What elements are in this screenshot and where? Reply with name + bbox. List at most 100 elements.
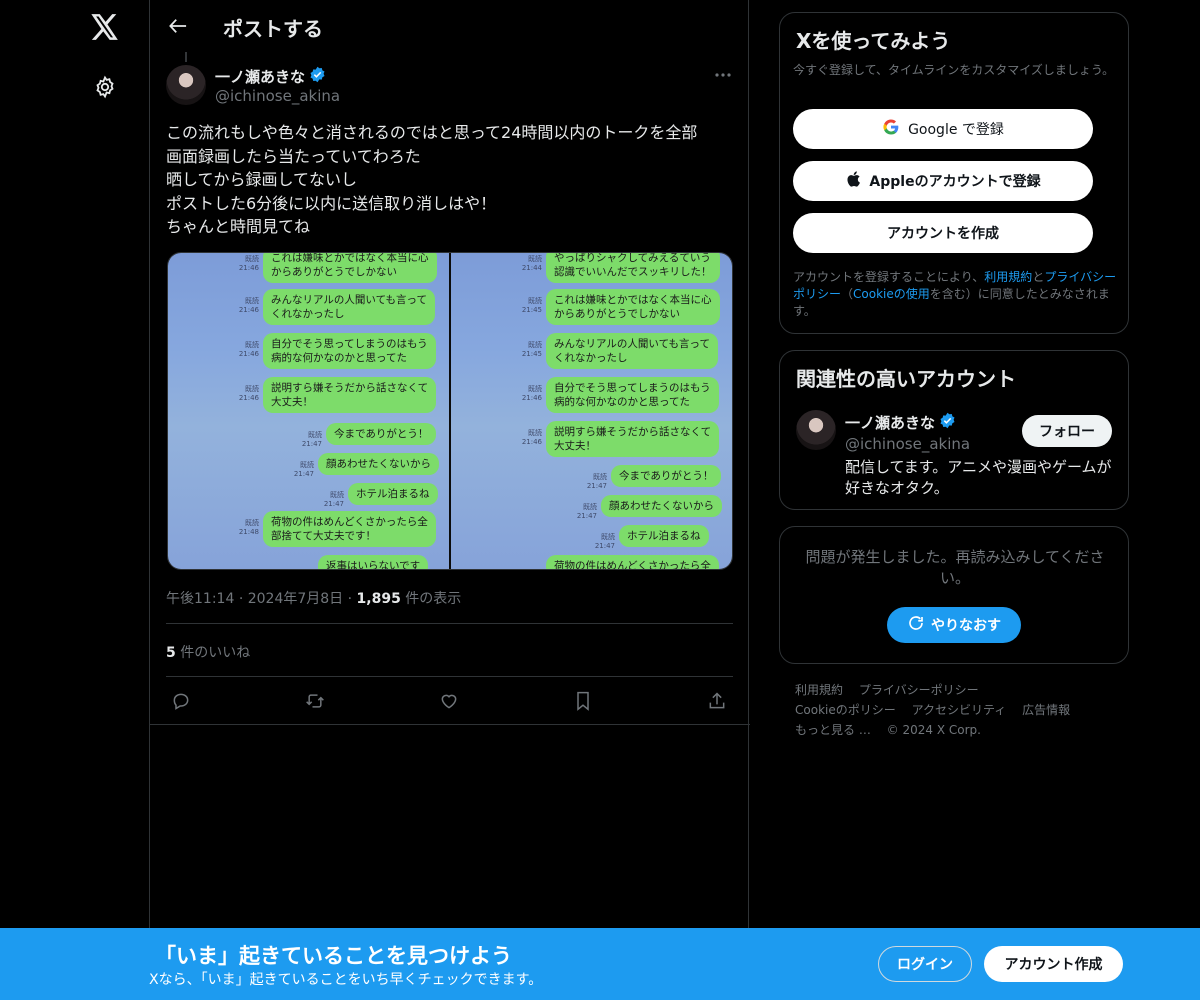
terms-link[interactable]: 利用規約 [984, 270, 1032, 284]
refresh-icon [907, 614, 925, 636]
footer-cookie-link[interactable]: Cookieのポリシー [795, 703, 896, 717]
post-text-line: 画面録画したら当たっていてわろた [166, 146, 421, 166]
chat-bubble: 返事はいらないです [318, 555, 429, 569]
chat-bubble: 今までありがとう！ [611, 465, 722, 487]
related-card-title: 関連性の高いアカウント [796, 367, 1016, 391]
thread-connector [185, 52, 187, 62]
chat-bubble: 荷物の件はめんどくさかったら全 部捨てて大丈夫です！ [263, 511, 436, 547]
top-bar: ポストする [150, 0, 750, 53]
author-avatar[interactable] [166, 65, 206, 105]
read-timestamp: 既読 21:47 [293, 461, 314, 478]
read-timestamp: 既読 21:47 [576, 503, 597, 520]
chat-bubble: 今までありがとう！ [326, 423, 437, 445]
banner-subtitle: Xなら、「いま」起きていることをいち早くチェックできます。 [149, 972, 543, 988]
google-g-icon [882, 118, 900, 140]
post-text-line: ポストした6分後に以内に送信取り消しはや！ [166, 193, 497, 213]
signup-card: Xを使ってみよう 今すぐ登録して、タイムラインをカスタマイズしましょう。 Goo… [779, 12, 1129, 334]
back-arrow-icon[interactable] [164, 12, 192, 40]
related-avatar[interactable] [796, 410, 836, 450]
left-nav [0, 0, 150, 1000]
retry-label: やりなおす [931, 618, 1001, 634]
apple-signup-label: Appleのアカウントで登録 [869, 174, 1041, 190]
footer-more-link[interactable]: もっと見る … [795, 723, 871, 737]
related-name-row[interactable]: 一ノ瀬あきな [845, 412, 956, 433]
cookie-link[interactable]: Cookieの使用 [853, 287, 930, 301]
views-count: 1,895 [356, 591, 401, 607]
reply-icon[interactable] [166, 686, 196, 716]
author-name-row[interactable]: 一ノ瀬あきな [215, 66, 326, 87]
read-timestamp: 既読 21:47 [586, 473, 607, 490]
likes-label: 件のいいね [175, 645, 251, 661]
post-text: この流れもしや色々と消されるのではと思って24時間以内のトークを全部 画面録画し… [166, 121, 736, 239]
post-meta: 午後11:14 · 2024年7月8日 · 1,895 件の表示 [166, 591, 462, 607]
likes-row[interactable]: 5 件のいいね [166, 642, 250, 662]
chat-bubble: これは嫌味とかではなく本当に心 からありがとうでしかない [263, 253, 437, 283]
post-date[interactable]: 2024年7月8日 [248, 591, 343, 607]
footer-privacy-link[interactable]: プライバシーポリシー [859, 683, 979, 697]
signup-button[interactable]: アカウント作成 [984, 946, 1123, 982]
x-logo-icon[interactable] [88, 10, 122, 44]
chat-bubble: 説明すら嫌そうだから話さなくて 大丈夫！ [263, 377, 437, 413]
chat-bubble: みんなリアルの人聞いても言って くれなかったし [263, 289, 436, 325]
error-card: 問題が発生しました。再読み込みしてください。 やりなおす [779, 526, 1129, 664]
read-timestamp: 既読 21:44 [521, 255, 542, 272]
post-text-line: この流れもしや色々と消されるのではと思って24時間以内のトークを全部 [166, 123, 698, 142]
chat-bubble: 説明すら嫌そうだから話さなくて 大丈夫！ [546, 421, 720, 457]
more-options-icon[interactable] [712, 64, 734, 86]
footer-terms-link[interactable]: 利用規約 [795, 683, 843, 697]
footer-copyright: © 2024 X Corp. [886, 723, 981, 737]
divider [166, 676, 733, 677]
read-timestamp: 既読 21:46 [238, 385, 259, 402]
chat-bubble: ホテル泊まるね [348, 483, 438, 505]
legal-prefix: アカウントを登録することにより、 [793, 270, 985, 284]
post-text-line: ちゃんと時間見てね [166, 217, 311, 236]
footer-accessibility-link[interactable]: アクセシビリティ [912, 703, 1007, 717]
post-actions [150, 686, 750, 716]
chat-bubble: これは嫌味とかではなく本当に心 からありがとうでしかない [546, 289, 720, 325]
divider [150, 724, 750, 725]
chat-bubble: やっぱりシャクしてみえるていう 認識でいいんだでスッキリした！ [546, 253, 720, 283]
share-icon[interactable] [702, 686, 732, 716]
views-label: 件の表示 [400, 591, 462, 607]
media-image-left[interactable]: これは嫌味とかではなく本当に心 からありがとうでしかない 既読 21:46 みんなリアル… [168, 253, 449, 569]
login-button[interactable]: ログイン [878, 946, 972, 982]
signup-legal-text: アカウントを登録することにより、利用規約とプライバシーポリシー（Cookieの使… [793, 269, 1121, 320]
author-name[interactable]: 一ノ瀬あきな [215, 66, 305, 87]
follow-button[interactable]: フォロー [1022, 415, 1112, 447]
post-media[interactable]: これは嫌味とかではなく本当に心 からありがとうでしかない 既読 21:46 みんなリアル… [167, 252, 733, 570]
legal-and: と [1032, 270, 1045, 284]
related-handle[interactable]: @ichinose_akina [845, 435, 970, 453]
chat-bubble: 自分でそう思ってしまうのはもう 病的な何かなのかと思ってた [546, 377, 719, 413]
settings-gear-icon[interactable] [90, 72, 120, 102]
retry-button[interactable]: やりなおす [887, 607, 1021, 643]
bookmark-icon[interactable] [568, 686, 598, 716]
google-signup-button[interactable]: Google で登録 [793, 109, 1093, 149]
likes-count: 5 [166, 645, 176, 661]
main-column: ポストする 一ノ瀬あきな @ichinose_akina この流れもしや色々と消… [149, 0, 750, 1000]
read-timestamp: 既読 21:47 [301, 431, 322, 448]
signup-banner: 「いま」起きていることを見つけよう Xなら、「いま」起きていることをいち早くチェ… [0, 928, 1200, 1000]
chat-bubble: 顔あわせたくないから [601, 495, 722, 517]
author-handle[interactable]: @ichinose_akina [215, 87, 340, 105]
read-timestamp: 既読 21:45 [521, 341, 542, 358]
like-heart-icon[interactable] [434, 686, 464, 716]
legal-paren: （ [841, 287, 854, 301]
divider [166, 623, 733, 624]
apple-signup-button[interactable]: Appleのアカウントで登録 [793, 161, 1093, 201]
post-time[interactable]: 午後11:14 [166, 591, 234, 607]
signup-card-title: Xを使ってみよう [796, 29, 951, 53]
create-account-label: アカウントを作成 [887, 226, 999, 242]
read-timestamp: 既読 21:47 [323, 491, 344, 508]
apple-logo-icon [845, 170, 861, 192]
create-account-button[interactable]: アカウントを作成 [793, 213, 1093, 253]
chat-bubble: みんなリアルの人聞いても言って くれなかったし [546, 333, 719, 369]
read-timestamp: 既読 21:46 [238, 341, 259, 358]
page-title: ポストする [223, 17, 323, 41]
media-image-right[interactable]: やっぱりシャクしてみえるていう 認識でいいんだでスッキリした！ 既読 21:44 これは… [451, 253, 732, 569]
repost-icon[interactable] [300, 686, 330, 716]
related-name[interactable]: 一ノ瀬あきな [845, 412, 935, 433]
chat-bubble: 自分でそう思ってしまうのはもう 病的な何かなのかと思ってた [263, 333, 436, 369]
footer-links: 利用規約 プライバシーポリシー Cookieのポリシー アクセシビリティ 広告情… [795, 680, 1115, 740]
footer-ads-link[interactable]: 広告情報 [1022, 703, 1070, 717]
chat-bubble: 荷物の件はめんどくさかったら全 [546, 555, 719, 569]
